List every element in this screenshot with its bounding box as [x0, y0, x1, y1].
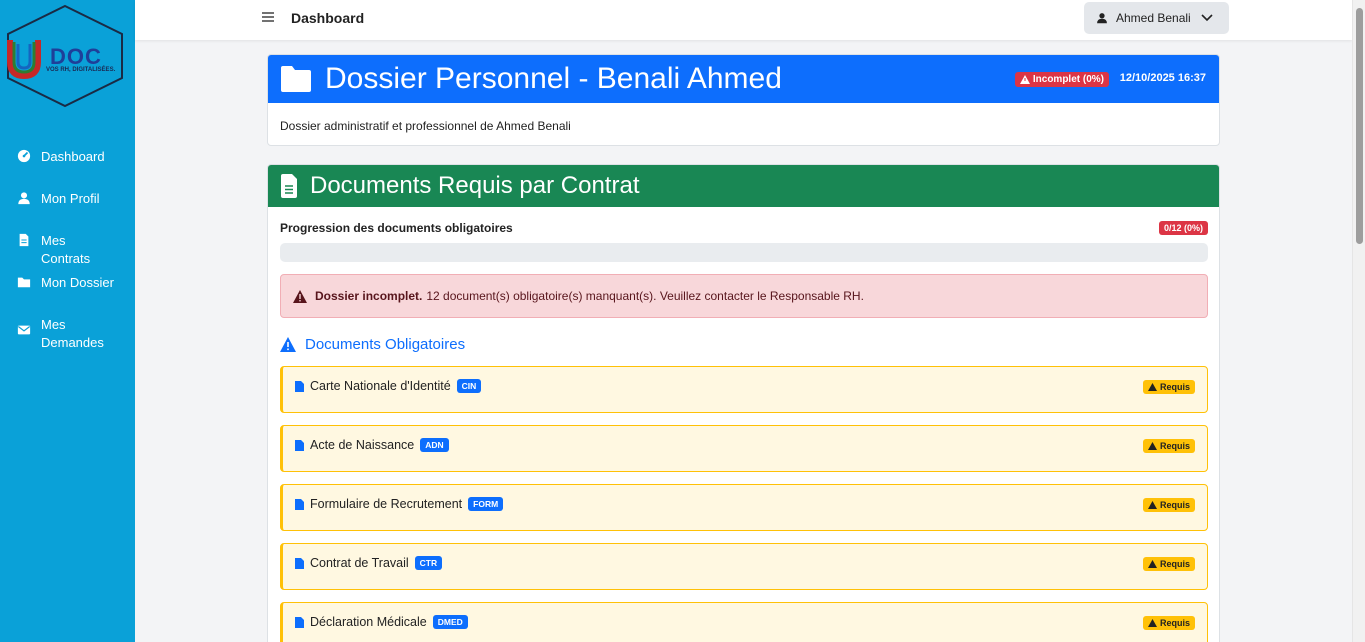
document-item-adn[interactable]: Acte de Naissance ADN Requis	[280, 425, 1208, 472]
progress-bar	[280, 243, 1208, 262]
scrollbar-thumb[interactable]	[1356, 8, 1363, 244]
document-item-dmed[interactable]: Déclaration Médicale DMED Requis	[280, 602, 1208, 642]
required-badge: Requis	[1142, 557, 1195, 571]
sidebar-nav: Dashboard Mon Profil Mes Contrats Mon Do…	[0, 140, 135, 368]
document-name: Déclaration Médicale	[310, 615, 427, 629]
warning-icon	[293, 289, 307, 303]
required-badge: Requis	[1142, 380, 1195, 394]
warning-icon	[280, 337, 296, 352]
required-badge: Requis	[1142, 498, 1195, 512]
progress-label: Progression des documents obligatoires	[280, 221, 513, 235]
sidebar-item-dossier[interactable]: Mon Dossier	[0, 266, 135, 308]
document-name-row: Carte Nationale d'Identité CIN	[295, 379, 482, 393]
sidebar-item-label: Mon Dossier	[41, 275, 114, 290]
logo-tagline: VOS RH, DIGITALISÉES.	[46, 67, 116, 73]
document-name: Formulaire de Recrutement	[310, 497, 463, 511]
file-text-icon	[281, 174, 297, 198]
sidebar-item-profil[interactable]: Mon Profil	[0, 182, 135, 224]
warning-icon	[1019, 75, 1030, 84]
required-label: Requis	[1159, 559, 1190, 569]
user-icon	[1097, 13, 1107, 24]
dossier-card: Dossier Personnel - Benali Ahmed Incompl…	[267, 54, 1220, 146]
document-name-row: Formulaire de Recrutement FORM	[295, 497, 504, 511]
alert-strong: Dossier incomplet.	[315, 289, 423, 303]
file-icon	[19, 233, 29, 247]
document-code-badge: CIN	[456, 379, 482, 393]
sidebar-item-dashboard[interactable]: Dashboard	[0, 140, 135, 182]
sidebar-item-demandes[interactable]: Mes Demandes	[0, 308, 135, 368]
document-code-badge: CTR	[414, 556, 443, 570]
sidebar-item-contrats[interactable]: Mes Contrats	[0, 224, 135, 266]
user-menu-button[interactable]: Ahmed Benali	[1084, 2, 1229, 34]
dossier-card-header: Dossier Personnel - Benali Ahmed Incompl…	[268, 55, 1219, 103]
document-item-ctr[interactable]: Contrat de Travail CTR Requis	[280, 543, 1208, 590]
document-name: Acte de Naissance	[310, 438, 415, 452]
warning-icon	[1147, 619, 1157, 627]
documents-card: Documents Requis par Contrat Progression…	[267, 164, 1220, 642]
sidebar-item-label: Mon Profil	[41, 191, 100, 206]
required-label: Requis	[1159, 382, 1190, 392]
section-title: Documents Obligatoires	[305, 336, 466, 353]
required-label: Requis	[1159, 441, 1190, 451]
dossier-description: Dossier administratif et professionnel d…	[280, 119, 571, 133]
envelope-icon	[17, 325, 31, 335]
alert-text: 12 document(s) obligatoire(s) manquant(s…	[426, 289, 864, 303]
sidebar-item-label: Dashboard	[41, 149, 105, 164]
status-badge: Incomplet (0%)	[1014, 72, 1109, 87]
page-scrollbar[interactable]	[1352, 0, 1365, 642]
sidebar-item-label: Mes Demandes	[41, 317, 104, 350]
document-name-row: Déclaration Médicale DMED	[295, 615, 468, 629]
dossier-title: Dossier Personnel - Benali Ahmed	[325, 62, 782, 95]
dossier-date: 12/10/2025 16:37	[1119, 72, 1206, 84]
document-list: Carte Nationale d'Identité CIN Requis Ac…	[280, 366, 1208, 642]
chevron-down-icon	[1201, 14, 1213, 22]
user-icon	[18, 192, 30, 205]
incomplete-alert: Dossier incomplet. 12 document(s) obliga…	[280, 274, 1208, 318]
warning-icon	[1147, 383, 1157, 391]
warning-icon	[1147, 501, 1157, 509]
folder-icon	[17, 277, 31, 288]
required-label: Requis	[1159, 500, 1190, 510]
file-icon	[295, 616, 304, 628]
documents-title: Documents Requis par Contrat	[310, 172, 640, 199]
document-name: Contrat de Travail	[310, 556, 409, 570]
document-code-badge: FORM	[468, 497, 504, 511]
folder-icon	[281, 66, 311, 92]
sidebar: DOC VOS RH, DIGITALISÉES. Dashboard Mon …	[0, 0, 135, 642]
brand-logo[interactable]: DOC VOS RH, DIGITALISÉES.	[4, 4, 126, 108]
page-title: Dashboard	[291, 10, 365, 26]
required-badge: Requis	[1142, 616, 1195, 630]
sidebar-item-label: Mes Contrats	[41, 233, 91, 266]
user-name: Ahmed Benali	[1116, 11, 1191, 25]
progress-header: Progression des documents obligatoires 0…	[280, 221, 1208, 235]
document-name-row: Contrat de Travail CTR	[295, 556, 443, 570]
progress-badge: 0/12 (0%)	[1158, 221, 1208, 235]
document-item-form[interactable]: Formulaire de Recrutement FORM Requis	[280, 484, 1208, 531]
file-icon	[295, 498, 304, 510]
file-icon	[295, 380, 304, 392]
file-icon	[295, 557, 304, 569]
warning-icon	[1147, 442, 1157, 450]
mandatory-docs-heading: Documents Obligatoires	[280, 336, 465, 353]
hamburger-menu-icon[interactable]	[261, 10, 275, 24]
status-badge-label: Incomplet (0%)	[1032, 74, 1104, 85]
required-badge: Requis	[1142, 439, 1195, 453]
document-item-cin[interactable]: Carte Nationale d'Identité CIN Requis	[280, 366, 1208, 413]
dashboard-icon	[17, 149, 31, 163]
document-code-badge: DMED	[432, 615, 468, 629]
document-name: Carte Nationale d'Identité	[310, 379, 451, 393]
documents-card-header: Documents Requis par Contrat	[268, 165, 1219, 207]
warning-icon	[1147, 560, 1157, 568]
document-name-row: Acte de Naissance ADN	[295, 438, 449, 452]
file-icon	[295, 439, 304, 451]
top-bar: Dashboard Ahmed Benali	[135, 0, 1352, 40]
required-label: Requis	[1159, 618, 1190, 628]
document-code-badge: ADN	[420, 438, 449, 452]
